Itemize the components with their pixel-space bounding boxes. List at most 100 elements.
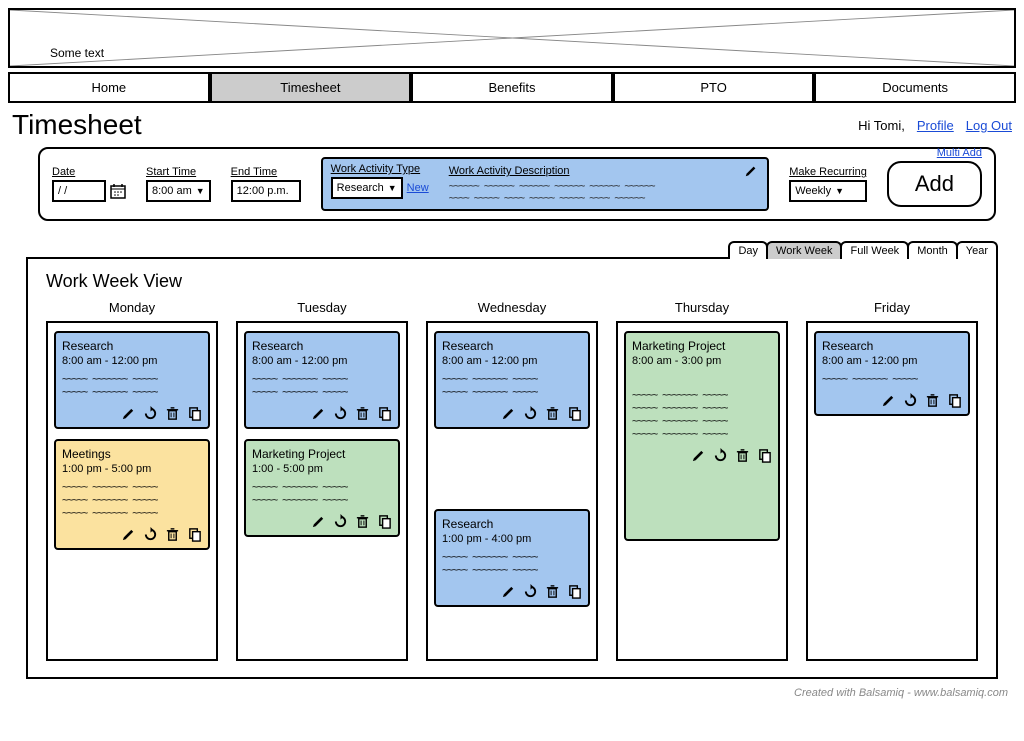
card-actions	[252, 513, 392, 529]
entry-toolbar: Multi Add Date / / Start Time 8:00 am▼ E…	[38, 147, 996, 221]
end-time-label: End Time	[231, 166, 301, 178]
nav-home[interactable]: Home	[8, 72, 210, 103]
refresh-icon[interactable]	[142, 405, 158, 421]
pencil-icon[interactable]	[310, 513, 326, 529]
timesheet-card[interactable]: Meetings1:00 pm - 5:00 pm~~~~~ ~~~~~~~ ~…	[54, 439, 210, 550]
card-actions	[632, 447, 772, 463]
card-desc: ~~~~~ ~~~~~~~ ~~~~~	[822, 373, 962, 386]
refresh-icon[interactable]	[142, 526, 158, 542]
profile-link[interactable]: Profile	[917, 118, 954, 133]
trash-icon[interactable]	[354, 513, 370, 529]
day-box: Research 8:00 am - 12:00 pm ~~~~~ ~~~~~~~ …	[806, 321, 978, 661]
card-actions	[252, 405, 392, 421]
copy-icon[interactable]	[186, 526, 202, 542]
nav-pto[interactable]: PTO	[613, 72, 815, 103]
pencil-icon[interactable]	[310, 405, 326, 421]
date-input[interactable]: / /	[52, 180, 106, 202]
copy-icon[interactable]	[376, 513, 392, 529]
trash-icon[interactable]	[924, 392, 940, 408]
card-desc: ~~~~~ ~~~~~~~ ~~~~~~~~~~ ~~~~~~~ ~~~~~	[62, 373, 202, 399]
day-box: Research8:00 am - 12:00 pm~~~~~ ~~~~~~~ …	[236, 321, 408, 661]
recurring-select[interactable]: Weekly▼	[789, 180, 867, 202]
card-actions	[62, 405, 202, 421]
day-column: MondayResearch8:00 am - 12:00 pm~~~~~ ~~…	[46, 300, 218, 661]
timesheet-card[interactable]: Marketing Project1:00 - 5:00 pm~~~~~ ~~~…	[244, 439, 400, 537]
tab-full-week[interactable]: Full Week	[840, 241, 909, 259]
card-actions	[442, 405, 582, 421]
card-title: Research	[442, 517, 582, 531]
pencil-icon[interactable]	[690, 447, 706, 463]
trash-icon[interactable]	[544, 405, 560, 421]
copy-icon[interactable]	[946, 392, 962, 408]
view-tabs: Day Work Week Full Week Month Year	[26, 241, 998, 259]
pencil-icon[interactable]	[500, 583, 516, 599]
card-time: 8:00 am - 12:00 pm	[822, 355, 962, 367]
trash-icon[interactable]	[164, 405, 180, 421]
activity-type-select[interactable]: Research▼	[331, 177, 403, 199]
card-title: Research	[822, 339, 962, 353]
card-title: Research	[442, 339, 582, 353]
logout-link[interactable]: Log Out	[966, 118, 1012, 133]
start-time-select[interactable]: 8:00 am▼	[146, 180, 211, 202]
copy-icon[interactable]	[186, 405, 202, 421]
timesheet-card[interactable]: Research 8:00 am - 12:00 pm ~~~~~ ~~~~~~~ …	[814, 331, 970, 416]
card-time: 8:00 am - 3:00 pm	[632, 355, 772, 367]
refresh-icon[interactable]	[902, 392, 918, 408]
activity-desc-text[interactable]: ~~~~~~ ~~~~~~ ~~~~~~ ~~~~~~ ~~~~~~ ~~~~~…	[449, 181, 760, 205]
card-title: Research	[252, 339, 392, 353]
pencil-icon[interactable]	[120, 526, 136, 542]
card-title: Marketing Project	[632, 339, 772, 353]
refresh-icon[interactable]	[522, 583, 538, 599]
multi-add-link[interactable]: Multi Add	[937, 147, 982, 159]
day-name: Wednesday	[426, 300, 598, 315]
footer-credit: Created with Balsamiq - www.balsamiq.com	[8, 687, 1016, 699]
card-desc: ~~~~~ ~~~~~~~ ~~~~~~~~~~ ~~~~~~~ ~~~~~	[252, 481, 392, 507]
day-name: Tuesday	[236, 300, 408, 315]
card-desc: ~~~~~ ~~~~~~~ ~~~~~~~~~~ ~~~~~~~ ~~~~~	[252, 373, 392, 399]
tab-day[interactable]: Day	[728, 241, 768, 259]
day-column: FridayResearch8:00 am - 12:00 pm~~~~~ ~~…	[806, 300, 978, 661]
refresh-icon[interactable]	[332, 513, 348, 529]
calendar-icon[interactable]	[110, 183, 126, 199]
trash-icon[interactable]	[354, 405, 370, 421]
nav-documents[interactable]: Documents	[814, 72, 1016, 103]
copy-icon[interactable]	[566, 405, 582, 421]
refresh-icon[interactable]	[522, 405, 538, 421]
pencil-icon[interactable]	[500, 405, 516, 421]
pencil-icon[interactable]	[743, 163, 759, 179]
tab-work-week[interactable]: Work Week	[766, 241, 842, 259]
copy-icon[interactable]	[376, 405, 392, 421]
day-column: ThursdayMarketing Project8:00 am - 3:00 …	[616, 300, 788, 661]
refresh-icon[interactable]	[332, 405, 348, 421]
card-time: 8:00 am - 12:00 pm	[62, 355, 202, 367]
trash-icon[interactable]	[544, 583, 560, 599]
tab-year[interactable]: Year	[956, 241, 998, 259]
tab-month[interactable]: Month	[907, 241, 958, 259]
trash-icon[interactable]	[164, 526, 180, 542]
timesheet-card[interactable]: Research8:00 am - 12:00 pm~~~~~ ~~~~~~~ …	[434, 331, 590, 429]
card-time: 8:00 am - 12:00 pm	[442, 355, 582, 367]
day-box: Research8:00 am - 12:00 pm~~~~~ ~~~~~~~ …	[46, 321, 218, 661]
end-time-input[interactable]: 12:00 p.m.	[231, 180, 301, 202]
new-activity-link[interactable]: New	[407, 182, 429, 194]
trash-icon[interactable]	[734, 447, 750, 463]
timesheet-card[interactable]: Research1:00 pm - 4:00 pm~~~~~ ~~~~~~~ ~…	[434, 509, 590, 607]
date-label: Date	[52, 166, 126, 178]
day-box: Marketing Project 8:00 am - 3:00 pm ~~~~~ …	[616, 321, 788, 661]
day-column: WednesdayResearch8:00 am - 12:00 pm~~~~~…	[426, 300, 598, 661]
copy-icon[interactable]	[566, 583, 582, 599]
nav-timesheet[interactable]: Timesheet	[210, 72, 412, 103]
copy-icon[interactable]	[756, 447, 772, 463]
timesheet-card[interactable]: Research8:00 am - 12:00 pm~~~~~ ~~~~~~~ …	[244, 331, 400, 429]
pencil-icon[interactable]	[120, 405, 136, 421]
add-button[interactable]: Add	[887, 161, 982, 207]
timesheet-card[interactable]: Research8:00 am - 12:00 pm~~~~~ ~~~~~~~ …	[54, 331, 210, 429]
card-desc: ~~~~~ ~~~~~~~ ~~~~~~~~~~ ~~~~~~~ ~~~~~~~…	[632, 389, 772, 441]
refresh-icon[interactable]	[712, 447, 728, 463]
nav-benefits[interactable]: Benefits	[411, 72, 613, 103]
card-desc: ~~~~~ ~~~~~~~ ~~~~~~~~~~ ~~~~~~~ ~~~~~~~…	[62, 481, 202, 520]
banner-image-placeholder: Some text	[8, 8, 1016, 68]
timesheet-card[interactable]: Marketing Project 8:00 am - 3:00 pm ~~~~~ …	[624, 331, 780, 541]
pencil-icon[interactable]	[880, 392, 896, 408]
page-title: Timesheet	[12, 109, 142, 141]
